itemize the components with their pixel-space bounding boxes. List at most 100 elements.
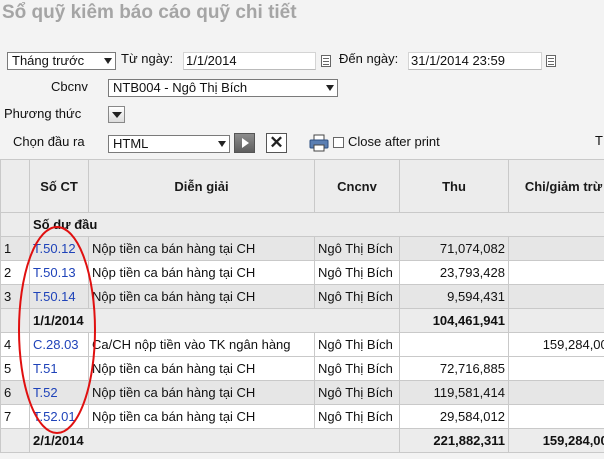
doc-no-cell: T.50.12: [29, 236, 89, 261]
output-select-value: HTML: [113, 136, 149, 151]
close-after-print-checkbox[interactable]: [333, 137, 344, 148]
doc-no-link[interactable]: T.51: [33, 361, 58, 376]
doc-no-link[interactable]: C.28.03: [33, 337, 79, 352]
expense-cell: [508, 404, 604, 429]
calendar-icon[interactable]: [546, 55, 556, 67]
from-date-label: Từ ngày:: [121, 51, 174, 66]
description-cell: Nộp tiền ca bán hàng tại CH: [88, 260, 315, 285]
employee-select[interactable]: NTB004 - Ngô Thị Bích: [108, 79, 338, 97]
income-cell: [399, 332, 509, 357]
row-index: 2: [0, 260, 30, 285]
to-date-label: Đến ngày:: [339, 51, 399, 66]
row-index: 5: [0, 356, 30, 381]
employee-cell: Ngô Thị Bích: [314, 356, 400, 381]
chevron-down-icon: [326, 85, 334, 91]
method-label: Phương thức: [4, 106, 82, 121]
close-after-print-label: Close after print: [348, 134, 440, 149]
total-date: 2/1/2014: [29, 428, 400, 453]
from-date-input[interactable]: 1/1/2014: [183, 52, 316, 70]
employee-select-value: NTB004 - Ngô Thị Bích: [113, 80, 248, 95]
doc-no-cell: T.50.13: [29, 260, 89, 285]
total-income: 221,882,311: [399, 428, 509, 453]
income-cell: 23,793,428: [399, 260, 509, 285]
table-row[interactable]: 1 T.50.12 Nộp tiền ca bán hàng tại CH Ngô T…: [0, 236, 604, 261]
expense-cell: 159,284,000: [508, 332, 604, 357]
description-cell: Nộp tiền ca bán hàng tại CH: [88, 236, 315, 261]
to-date-value: 31/1/2014 23:59: [411, 53, 505, 68]
employee-cell: Ngô Thị Bích: [314, 380, 400, 405]
employee-cell: Ngô Thị Bích: [314, 260, 400, 285]
description-cell: Nộp tiền ca bán hàng tại CH: [88, 404, 315, 429]
printer-icon[interactable]: [309, 134, 329, 152]
employee-cell: Ngô Thị Bích: [314, 236, 400, 261]
employee-cell: Ngô Thị Bích: [314, 284, 400, 309]
description-cell: Nộp tiền ca bán hàng tại CH: [88, 380, 315, 405]
table-row[interactable]: 6 T.52 Nộp tiền ca bán hàng tại CH Ngô Thị …: [0, 380, 604, 405]
employee-label: Cbcnv: [51, 79, 88, 94]
header-income[interactable]: Thu: [399, 159, 509, 213]
doc-no-cell: T.51: [29, 356, 89, 381]
income-cell: 71,074,082: [399, 236, 509, 261]
row-index: 4: [0, 332, 30, 357]
period-select-value: Tháng trước: [12, 53, 85, 68]
header-doc-no[interactable]: Số CT: [29, 159, 89, 213]
income-cell: 119,581,414: [399, 380, 509, 405]
income-cell: 29,584,012: [399, 404, 509, 429]
table-row[interactable]: 5 T.51 Nộp tiền ca bán hàng tại CH Ngô Thị …: [0, 356, 604, 381]
doc-no-cell: C.28.03: [29, 332, 89, 357]
period-select[interactable]: Tháng trước: [7, 52, 116, 70]
table-row[interactable]: 2 T.50.13 Nộp tiền ca bán hàng tại CH Ngô T…: [0, 260, 604, 285]
doc-no-link[interactable]: T.50.12: [33, 241, 76, 256]
chevron-down-icon: [104, 58, 112, 64]
doc-no-link[interactable]: T.52.01: [33, 409, 76, 424]
expense-cell: [508, 284, 604, 309]
total-income: 104,461,941: [399, 308, 509, 333]
to-date-input[interactable]: 31/1/2014 23:59: [408, 52, 542, 70]
income-cell: 72,716,885: [399, 356, 509, 381]
output-select[interactable]: HTML: [108, 135, 230, 153]
doc-no-link[interactable]: T.52: [33, 385, 58, 400]
header-description[interactable]: Diễn giải: [88, 159, 315, 213]
output-label: Chọn đầu ra: [13, 134, 85, 149]
description-cell: Nộp tiền ca bán hàng tại CH: [88, 284, 315, 309]
table-row[interactable]: 7 T.52.01 Nộp tiền ca bán hàng tại CH Ngô T…: [0, 404, 604, 429]
total-expense: 159,284,000: [508, 428, 604, 453]
total-expense: [508, 308, 604, 333]
from-date-value: 1/1/2014: [186, 53, 237, 68]
table-row[interactable]: 4 C.28.03 Ca/CH nộp tiền vào TK ngân hàng N…: [0, 332, 604, 357]
row-index: 6: [0, 380, 30, 405]
employee-cell: Ngô Thị Bích: [314, 332, 400, 357]
expense-cell: [508, 380, 604, 405]
toolbar-edge-text: T: [595, 133, 603, 148]
description-cell: Nộp tiền ca bán hàng tại CH: [88, 356, 315, 381]
expense-cell: [508, 356, 604, 381]
row-index: [0, 308, 30, 333]
row-index: [0, 428, 30, 453]
calendar-icon[interactable]: [321, 55, 331, 67]
expense-cell: [508, 236, 604, 261]
employee-cell: Ngô Thị Bích: [314, 404, 400, 429]
run-report-button[interactable]: [234, 133, 255, 153]
doc-no-link[interactable]: T.50.13: [33, 265, 76, 280]
row-index: 7: [0, 404, 30, 429]
expense-cell: [508, 260, 604, 285]
row-index: 3: [0, 284, 30, 309]
method-dropdown-button[interactable]: [108, 106, 125, 123]
description-cell: Ca/CH nộp tiền vào TK ngân hàng: [88, 332, 315, 357]
date-total-row: 1/1/2014 104,461,941: [0, 308, 604, 333]
page-title: Sổ quỹ kiêm báo cáo quỹ chi tiết: [2, 2, 297, 23]
doc-no-link[interactable]: T.50.14: [33, 289, 76, 304]
doc-no-cell: T.50.14: [29, 284, 89, 309]
date-total-row: 2/1/2014221,882,311159,284,000: [0, 428, 604, 453]
income-cell: 9,594,431: [399, 284, 509, 309]
opening-balance-row: Số dư đầu: [0, 212, 604, 237]
opening-balance-label: Số dư đầu: [29, 212, 604, 237]
table-row[interactable]: 3 T.50.14 Nộp tiền ca bán hàng tại CH Ngô T…: [0, 284, 604, 309]
close-icon[interactable]: ✕: [266, 133, 287, 153]
header-employee[interactable]: Cncnv: [314, 159, 400, 213]
row-index: 1: [0, 236, 30, 261]
header-expense[interactable]: Chi/giảm trừ: [508, 159, 604, 213]
total-date: 1/1/2014: [29, 308, 400, 333]
chevron-down-icon: [218, 141, 226, 147]
cash-report-table: Số CT Diễn giải Cncnv Thu Chi/giảm trừ S…: [0, 159, 604, 453]
